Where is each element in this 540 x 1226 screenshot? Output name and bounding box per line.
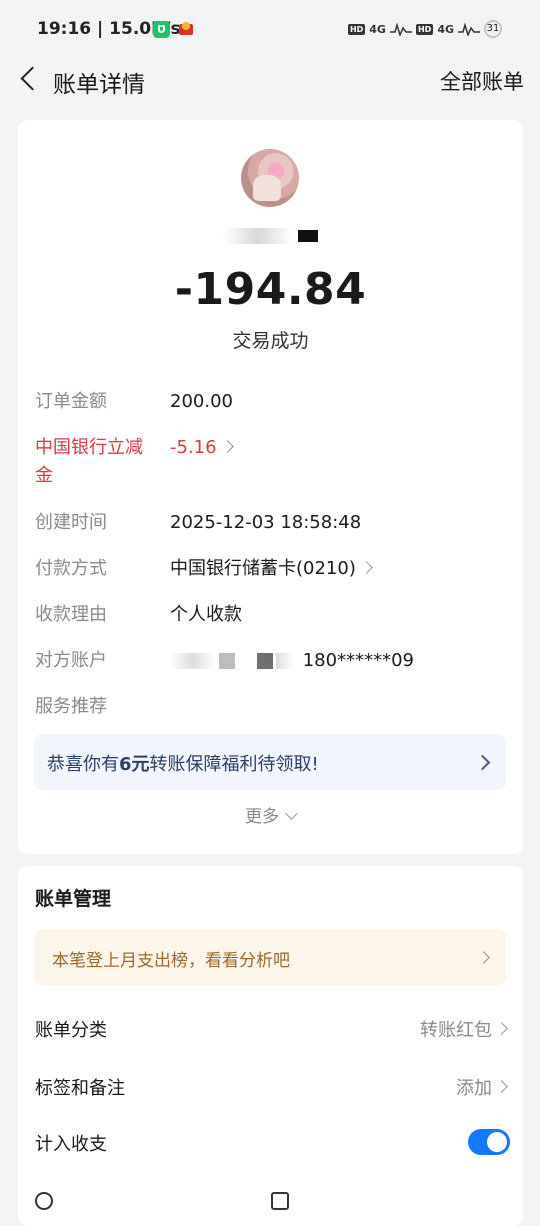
hd-icon-2: HD [415, 23, 434, 35]
redaction-block-2 [257, 653, 273, 669]
payment-reason-value: 个人收款 [170, 604, 242, 625]
spending-rank-tip[interactable]: 本笔登上月支出榜，看看分析吧 [34, 929, 506, 985]
count-in-budget-row: 计入收支 [35, 1122, 510, 1162]
redaction-gap [238, 653, 254, 669]
chevron-right-icon [220, 439, 234, 453]
page-title: 账单详情 [53, 72, 145, 98]
chevron-right-icon [474, 754, 491, 771]
back-icon[interactable] [14, 64, 44, 94]
payment-reason-label: 收款理由 [35, 604, 107, 625]
tags-notes-label: 标签和备注 [35, 1078, 125, 1099]
chevron-down-icon [285, 807, 298, 820]
promo-amount: 6元 [119, 754, 150, 775]
bottom-links [35, 1186, 510, 1216]
created-time-value: 2025-12-03 18:58:48 [170, 512, 362, 533]
chevron-right-icon [495, 1022, 508, 1035]
hd-icon: HD [347, 23, 366, 35]
status-bar: 19:16 | 15.0K/s HD 4G HD 4G 31 [0, 0, 540, 58]
count-in-budget-toggle[interactable] [468, 1129, 510, 1155]
promo-banner[interactable]: 恭喜你有6元转账保障福利待领取! [34, 734, 506, 790]
payment-method-wrap: 中国银行储蓄卡(0210) [170, 555, 373, 583]
count-in-budget-label: 计入收支 [35, 1134, 107, 1155]
tags-notes-value: 添加 [456, 1078, 492, 1099]
counterparty-value-wrap: 180******09 [170, 647, 414, 675]
signal-icon-2: 4G [437, 22, 454, 36]
more-button[interactable]: 更多 [18, 802, 523, 827]
transaction-status: 交易成功 [232, 330, 309, 352]
aa-icon [35, 1192, 53, 1210]
name-mask [298, 229, 318, 242]
nav-header: 账单详情 全部账单 [0, 58, 540, 102]
counterparty-phone: 180******09 [302, 650, 414, 671]
bill-category-label: 账单分类 [35, 1020, 107, 1041]
order-amount-value: 200.00 [170, 391, 233, 412]
chevron-right-icon [359, 560, 373, 574]
signal-bars-icon-2 [458, 22, 480, 36]
status-icons: HD 4G HD 4G 31 [347, 20, 502, 38]
avatar [241, 149, 299, 207]
redaction-block [219, 653, 235, 669]
payment-method-label: 付款方式 [35, 558, 107, 579]
app-notification-icon [179, 22, 193, 35]
counterparty-label: 对方账户 [35, 650, 107, 671]
name-blur [223, 227, 293, 244]
redaction-blur [170, 653, 216, 669]
bill-category-row[interactable]: 账单分类 转账红包 [35, 1008, 510, 1048]
history-icon [271, 1192, 289, 1210]
discount-label: 中国银行立减金 [35, 437, 143, 486]
view-history-link[interactable] [271, 1192, 289, 1210]
promo-text: 恭喜你有6元转账保障福利待领取! [47, 750, 319, 776]
counterparty-name-redacted [18, 226, 523, 244]
order-amount-row: 订单金额 200.00 [35, 388, 510, 418]
bill-category-value: 转账红包 [420, 1020, 492, 1041]
service-recommend-row: 服务推荐 [35, 693, 510, 723]
discount-value-wrap: -5.16 [170, 434, 234, 462]
chevron-right-icon [477, 951, 490, 964]
discount-row[interactable]: 中国银行立减金 -5.16 [35, 434, 510, 492]
aa-collect-link[interactable] [35, 1192, 53, 1210]
promo-prefix: 恭喜你有 [47, 754, 119, 775]
discount-value: -5.16 [170, 437, 217, 458]
payment-reason-row: 收款理由 个人收款 [35, 601, 510, 631]
redaction-blur-2 [276, 653, 294, 669]
payment-method-value: 中国银行储蓄卡(0210) [170, 558, 356, 579]
shield-app-icon [153, 21, 170, 38]
battery-icon: 31 [484, 20, 502, 38]
order-amount-label: 订单金额 [35, 391, 107, 412]
service-recommend-label: 服务推荐 [35, 696, 107, 717]
created-time-row: 创建时间 2025-12-03 18:58:48 [35, 509, 510, 539]
tip-text: 本笔登上月支出榜，看看分析吧 [52, 951, 290, 971]
all-bills-link[interactable]: 全部账单 [440, 66, 524, 96]
signal-icon-1: 4G [369, 22, 386, 36]
more-label: 更多 [245, 807, 279, 827]
counterparty-row: 对方账户 180******09 [35, 647, 510, 677]
bill-management-card: 账单管理 本笔登上月支出榜，看看分析吧 账单分类 转账红包 标签和备注 添加 计… [18, 866, 523, 1226]
signal-bars-icon [389, 22, 412, 36]
section-title: 账单管理 [35, 888, 112, 910]
transaction-amount: -194.84 [174, 264, 367, 315]
tags-notes-row[interactable]: 标签和备注 添加 [35, 1066, 510, 1106]
promo-suffix: 转账保障福利待领取! [149, 754, 319, 775]
chevron-right-icon [495, 1080, 508, 1093]
payment-method-row[interactable]: 付款方式 中国银行储蓄卡(0210) [35, 555, 510, 585]
created-time-label: 创建时间 [35, 512, 107, 533]
bill-detail-card: -194.84 交易成功 订单金额 200.00 中国银行立减金 -5.16 创… [18, 120, 523, 854]
